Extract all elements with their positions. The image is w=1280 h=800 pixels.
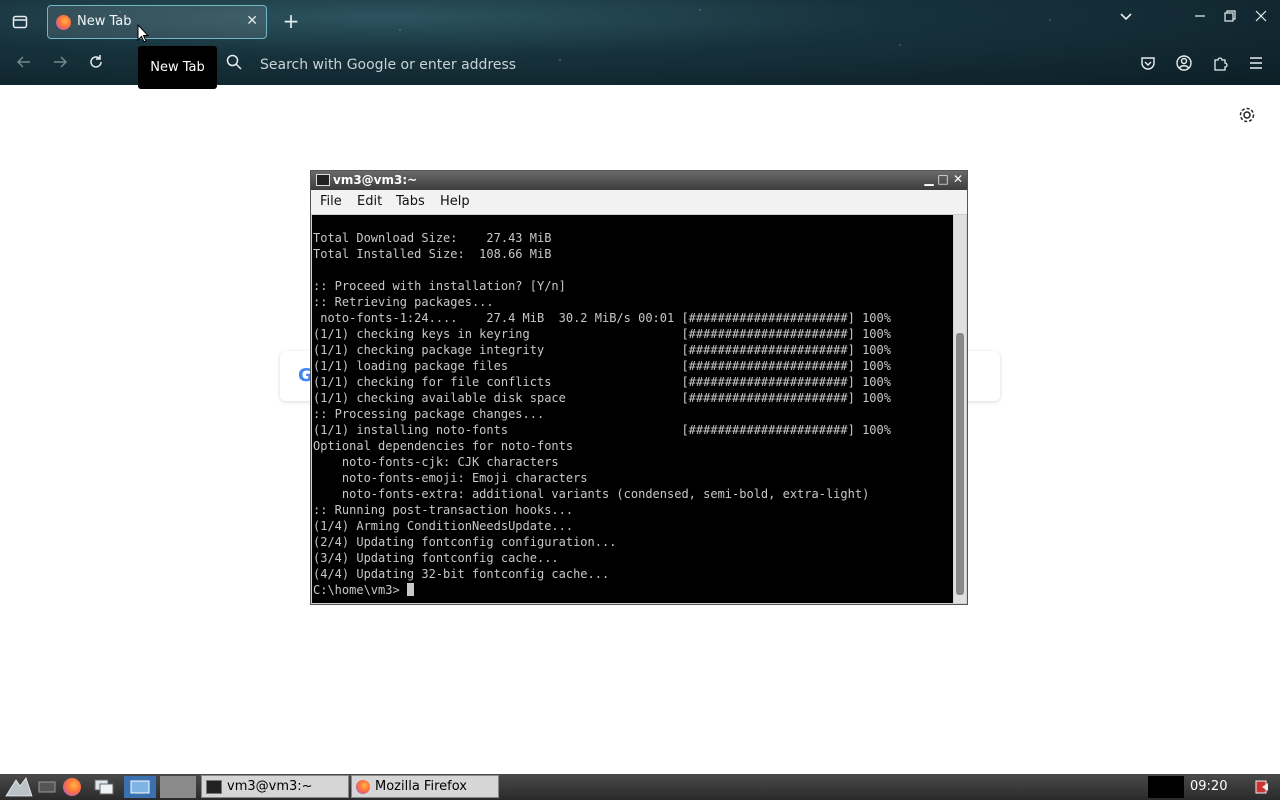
- tab-title: New Tab: [77, 14, 132, 29]
- terminal-icon: [316, 174, 330, 186]
- menu-help[interactable]: Help: [440, 194, 470, 209]
- windows-icon: [94, 779, 114, 795]
- gear-icon: [1239, 107, 1255, 123]
- terminal-close-button[interactable]: ✕: [951, 172, 965, 187]
- terminal-title: vm3@vm3:~: [333, 173, 418, 187]
- terminal-icon: [206, 779, 222, 794]
- reload-icon: [90, 55, 102, 68]
- firefox-icon: [356, 779, 370, 794]
- app-menu-button[interactable]: [1249, 55, 1263, 74]
- terminal-scrollbar[interactable]: [954, 215, 966, 603]
- address-bar[interactable]: [220, 50, 1120, 78]
- restore-icon: [1224, 10, 1236, 22]
- close-tab-icon[interactable]: ✕: [246, 13, 258, 29]
- terminal-output[interactable]: Total Download Size: 27.43 MiB Total Ins…: [312, 215, 953, 603]
- hamburger-icon: [1250, 57, 1262, 69]
- file-manager-launcher[interactable]: [94, 776, 114, 798]
- show-desktop-button[interactable]: [38, 776, 56, 798]
- back-button[interactable]: [16, 54, 32, 74]
- terminal-cursor: [406, 583, 414, 596]
- firefox-icon: [63, 778, 81, 796]
- app-launcher-icon: [5, 777, 33, 797]
- taskbar-task-firefox[interactable]: Mozilla Firefox: [351, 775, 499, 798]
- mouse-cursor-icon: [137, 24, 149, 43]
- minimize-icon: [1195, 15, 1205, 17]
- account-button[interactable]: [1176, 55, 1192, 75]
- scrollbar-thumb[interactable]: [956, 333, 964, 595]
- menu-edit[interactable]: Edit: [357, 194, 382, 209]
- terminal-minimize-button[interactable]: ▁: [922, 172, 936, 187]
- close-icon: [1255, 10, 1267, 22]
- desktop-icon: [38, 781, 56, 793]
- task-label: Mozilla Firefox: [375, 779, 467, 794]
- menu-tabs[interactable]: Tabs: [396, 194, 425, 209]
- account-icon: [1176, 55, 1192, 71]
- pocket-button[interactable]: [1140, 55, 1156, 75]
- firefox-icon: [56, 15, 71, 30]
- puzzle-icon: [1214, 57, 1228, 71]
- url-input[interactable]: [258, 52, 962, 78]
- chevron-down-icon: [1120, 13, 1132, 21]
- menu-file[interactable]: File: [320, 194, 342, 209]
- start-menu-button[interactable]: [4, 776, 34, 798]
- minimize-button[interactable]: [1194, 10, 1206, 26]
- firefox-view-icon: [12, 15, 28, 29]
- newtab-settings-button[interactable]: [1238, 106, 1256, 129]
- close-window-button[interactable]: [1255, 10, 1267, 26]
- arrow-left-icon: [16, 56, 30, 68]
- task-label: vm3@vm3:~: [227, 779, 313, 794]
- extensions-button[interactable]: [1212, 55, 1228, 75]
- workspace-icon: [130, 780, 150, 794]
- clock: 09:20: [1190, 779, 1228, 794]
- search-icon: [226, 54, 242, 74]
- logout-button[interactable]: [1252, 776, 1272, 798]
- terminal-window: vm3@vm3:~ ▁ □ ✕ File Edit Tabs Help Tota…: [310, 170, 968, 605]
- terminal-maximize-button[interactable]: □: [936, 172, 950, 187]
- tab-new-tab[interactable]: New Tab ✕: [47, 5, 267, 39]
- terminal-menubar: File Edit Tabs Help: [311, 190, 967, 214]
- reload-button[interactable]: [88, 54, 104, 74]
- restore-button[interactable]: [1224, 10, 1236, 26]
- firefox-view-button[interactable]: [8, 10, 32, 34]
- forward-button[interactable]: [52, 54, 68, 74]
- new-tab-button[interactable]: +: [280, 9, 302, 33]
- terminal-titlebar[interactable]: vm3@vm3:~ ▁ □ ✕: [311, 171, 967, 190]
- pocket-icon: [1141, 57, 1155, 70]
- workspace-1[interactable]: [124, 776, 156, 798]
- firefox-launcher[interactable]: [63, 776, 81, 798]
- workspace-2[interactable]: [160, 776, 196, 798]
- tab-tooltip: New Tab: [138, 46, 217, 89]
- taskbar-task-terminal[interactable]: vm3@vm3:~: [201, 775, 349, 798]
- tray-area: [1148, 776, 1184, 798]
- taskbar: vm3@vm3:~ Mozilla Firefox 09:20: [0, 774, 1280, 800]
- terminal-text: Total Download Size: 27.43 MiB Total Ins…: [313, 231, 891, 597]
- arrow-right-icon: [54, 56, 68, 68]
- exit-icon: [1255, 780, 1268, 794]
- list-all-tabs-button[interactable]: [1119, 10, 1133, 28]
